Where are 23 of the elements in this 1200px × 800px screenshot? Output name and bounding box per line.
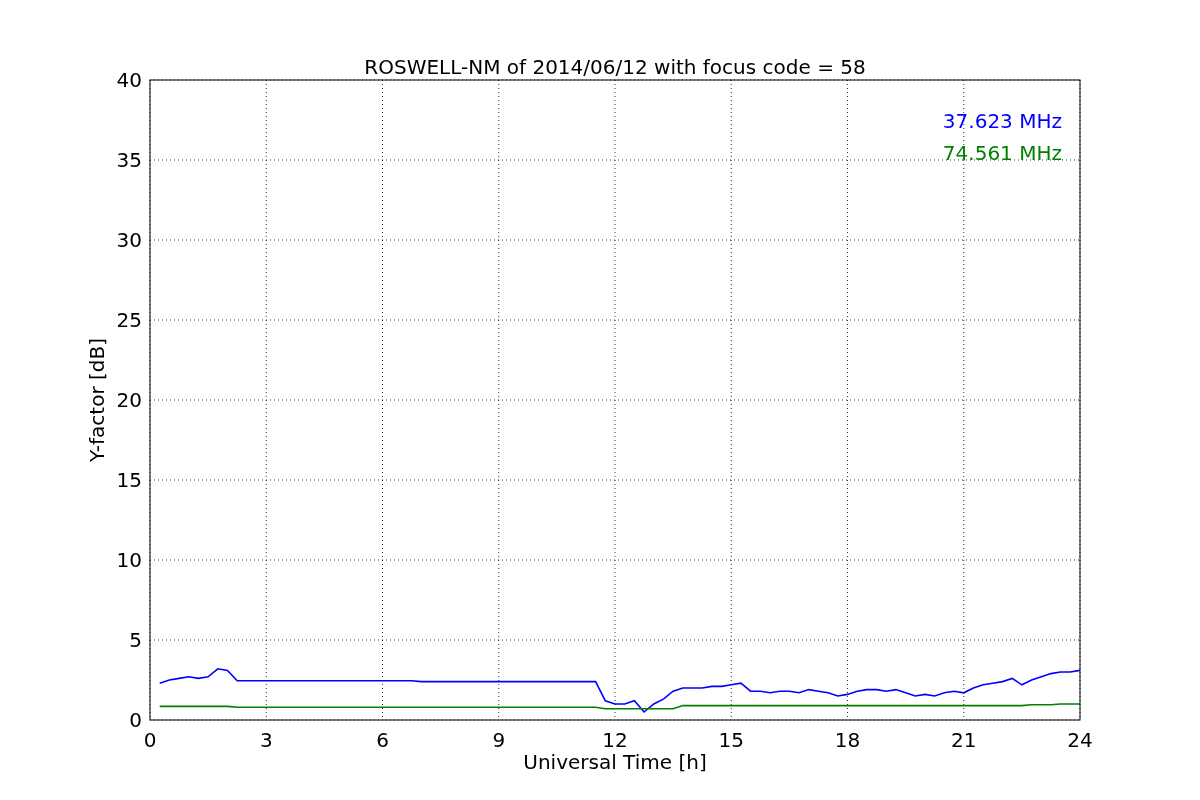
y-tick-label: 10 <box>116 548 142 572</box>
y-tick-label: 25 <box>116 308 142 332</box>
x-tick-label: 24 <box>1067 728 1093 752</box>
x-tick-label: 3 <box>259 728 273 752</box>
x-tick-label: 0 <box>143 728 157 752</box>
x-tick-label: 6 <box>376 728 389 752</box>
x-tick-label: 12 <box>602 728 628 752</box>
y-tick-label: 20 <box>116 388 142 412</box>
x-tick-label: 9 <box>492 728 506 752</box>
chart-title: ROSWELL-NM of 2014/06/12 with focus code = 58 <box>364 55 866 79</box>
y-tick-label: 0 <box>129 708 142 732</box>
y-axis-label: Y-factor [dB] <box>85 338 109 462</box>
legend-label: 37.623 MHz <box>942 109 1062 133</box>
x-axis-label: Universal Time [h] <box>523 750 707 774</box>
y-tick-label: 30 <box>116 228 142 252</box>
y-tick-label: 40 <box>116 68 142 92</box>
x-tick-label: 18 <box>834 728 861 752</box>
x-tick-label: 21 <box>951 728 977 752</box>
y-tick-label: 35 <box>116 148 142 172</box>
y-tick-label: 15 <box>116 468 142 492</box>
x-tick-label: 15 <box>718 728 744 752</box>
legend-label: 74.561 MHz <box>942 141 1062 165</box>
y-tick-label: 5 <box>129 628 142 652</box>
